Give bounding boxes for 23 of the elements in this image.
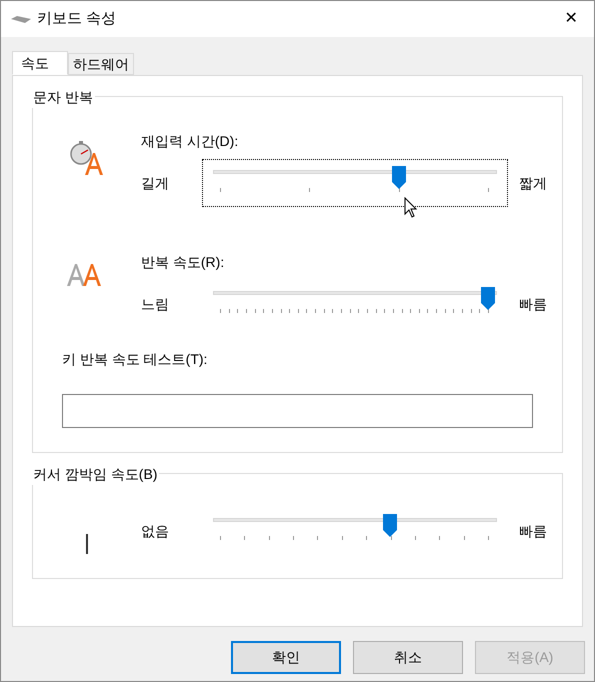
text-cursor-icon [86,534,88,554]
test-label: 키 반복 속도 테스트(T): [62,350,208,369]
slider[interactable] [203,160,507,206]
mouse-pointer-icon [404,197,418,219]
window-title: 키보드 속성 [37,8,116,29]
min-label: 없음 [141,522,170,540]
slider-thumb[interactable] [392,166,406,189]
slider-label: 반복 속도(R): [141,253,226,272]
slider-label: 재입력 시간(D): [141,132,240,151]
tab[interactable]: 하드웨어 [68,53,134,75]
max-label: 빠름 [519,522,547,540]
test-input-field[interactable] [62,394,533,428]
slider-thumb[interactable] [481,287,495,310]
max-label: 짧게 [519,174,547,192]
min-label: 길게 [141,174,170,192]
dialog-button[interactable]: 확인 [231,641,341,674]
dialog-button[interactable]: 취소 [353,641,463,674]
keyboard-icon [11,14,31,24]
close-button[interactable]: ✕ [548,1,594,37]
max-label: 빠름 [519,294,547,314]
tab[interactable]: 속도 [12,51,68,75]
min-label: 느림 [141,294,170,314]
slider-thumb[interactable] [383,514,398,537]
